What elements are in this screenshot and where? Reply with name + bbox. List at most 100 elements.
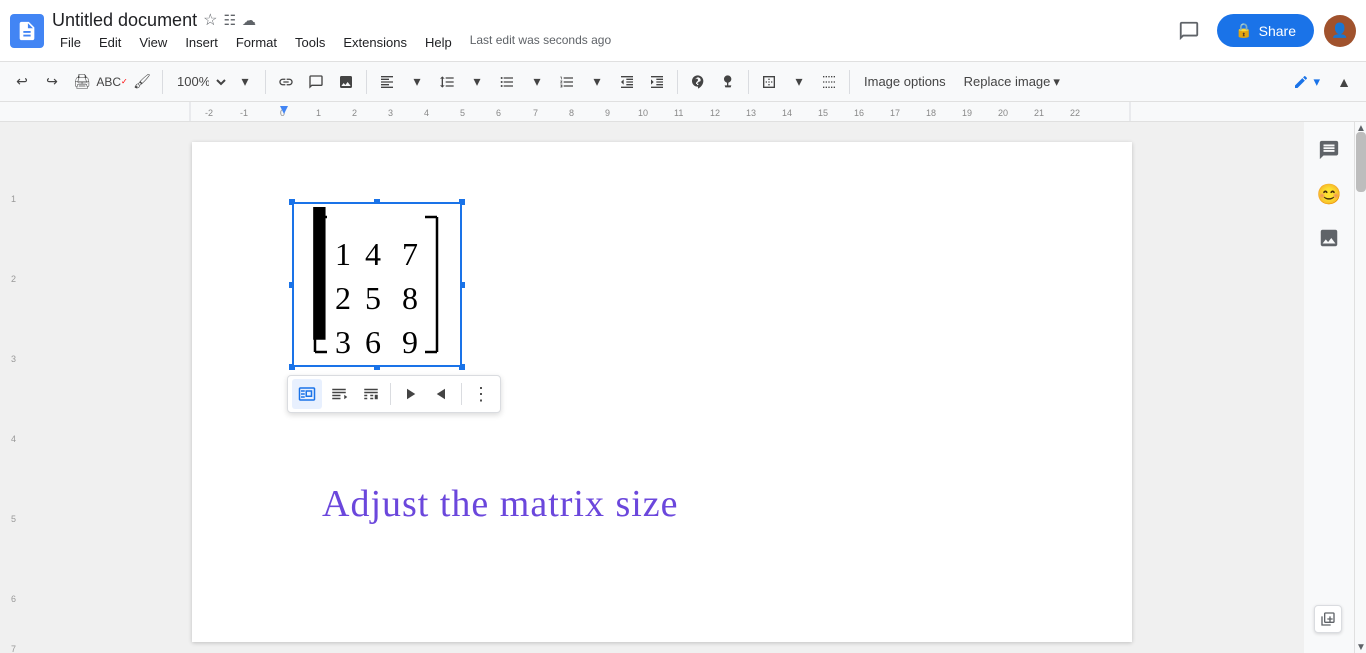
svg-text:13: 13 <box>746 108 756 118</box>
image-alignment-toolbar: ⋮ <box>287 375 501 413</box>
ruler: -2 -1 0 1 2 3 4 5 6 7 8 9 10 11 12 13 14… <box>0 102 1366 122</box>
svg-text:6: 6 <box>365 324 381 360</box>
insert-comment-button[interactable] <box>302 68 330 96</box>
svg-text:4: 4 <box>11 434 16 444</box>
menu-help[interactable]: Help <box>417 33 460 52</box>
lock-icon: 🔒 <box>1235 22 1252 39</box>
edit-mode-button[interactable]: ▾ <box>1285 70 1328 94</box>
highlight-button[interactable] <box>714 68 742 96</box>
img-toolbar-divider-2 <box>461 383 462 405</box>
list-chevron[interactable]: ▾ <box>523 68 551 96</box>
svg-text:4: 4 <box>424 108 429 118</box>
handwritten-text: Adjust the matrix size <box>322 482 679 527</box>
matrix-container[interactable]: ⎡ 1 2 3 <box>292 202 501 413</box>
scrollbar-thumb[interactable] <box>1356 132 1366 192</box>
expand-icon-button[interactable] <box>1314 605 1342 633</box>
svg-text:7: 7 <box>11 644 16 653</box>
left-margin: 1 2 3 4 5 6 7 <box>0 122 20 653</box>
line-spacing-button[interactable] <box>433 68 461 96</box>
menu-row: File Edit View Insert Format Tools Exten… <box>52 33 1163 52</box>
paint-format-button[interactable]: 🖌 <box>128 68 156 96</box>
avatar[interactable]: 👤 <box>1324 15 1356 47</box>
matrix-image[interactable]: ⎡ 1 2 3 <box>292 202 462 367</box>
matrix-inner: ⎡ 1 2 3 <box>294 204 460 365</box>
divider-5 <box>748 70 749 94</box>
svg-text:9: 9 <box>402 324 418 360</box>
replace-image-button[interactable]: Replace image ▾ <box>956 70 1068 94</box>
toolbar: ↩ ↪ 🖨 ABC✓ 🖌 100% 75% 125% 150% ▾ ▾ ▾ ▾ … <box>0 62 1366 102</box>
main-area: 1 2 3 4 5 6 7 <box>0 122 1366 653</box>
indent-less-button[interactable] <box>613 68 641 96</box>
menu-extensions[interactable]: Extensions <box>335 33 415 52</box>
align-chevron[interactable]: ▾ <box>403 68 431 96</box>
img-align-left-button[interactable] <box>395 379 425 409</box>
numbered-list-button[interactable] <box>553 68 581 96</box>
svg-text:9: 9 <box>605 108 610 118</box>
svg-text:1: 1 <box>11 194 16 204</box>
menu-file[interactable]: File <box>52 33 89 52</box>
break-text-button[interactable] <box>356 379 386 409</box>
svg-text:2: 2 <box>11 274 16 284</box>
svg-text:14: 14 <box>782 108 792 118</box>
insert-link-button[interactable] <box>272 68 300 96</box>
spell-check-button[interactable]: ABC✓ <box>98 68 126 96</box>
indent-more-button[interactable] <box>643 68 671 96</box>
numbered-list-chevron[interactable]: ▾ <box>583 68 611 96</box>
handwritten-text-content: Adjust the matrix size <box>322 483 679 525</box>
image-options-button[interactable]: Image options <box>856 70 954 93</box>
menu-format[interactable]: Format <box>228 33 285 52</box>
svg-text:12: 12 <box>710 108 720 118</box>
star-icon[interactable]: ☆ <box>203 10 217 30</box>
svg-text:-2: -2 <box>205 108 213 118</box>
text-color-button[interactable] <box>684 68 712 96</box>
svg-text:7: 7 <box>402 236 418 272</box>
border-button[interactable] <box>755 68 783 96</box>
img-toolbar-divider <box>390 383 391 405</box>
add-image-sidebar-button[interactable] <box>1311 220 1347 256</box>
svg-text:11: 11 <box>674 108 683 118</box>
menu-insert[interactable]: Insert <box>177 33 226 52</box>
divider-4 <box>677 70 678 94</box>
menu-edit[interactable]: Edit <box>91 33 129 52</box>
undo-button[interactable]: ↩ <box>8 68 36 96</box>
add-emoji-sidebar-button[interactable]: 😊 <box>1311 176 1347 212</box>
svg-text:16: 16 <box>854 108 864 118</box>
zoom-select[interactable]: 100% 75% 125% 150% <box>169 68 229 96</box>
collapse-toolbar-button[interactable]: ▲ <box>1330 68 1358 96</box>
print-button[interactable]: 🖨 <box>68 68 96 96</box>
svg-text:17: 17 <box>890 108 900 118</box>
right-scrollbar[interactable]: ▲ ▼ <box>1354 122 1366 653</box>
zoom-chevron[interactable]: ▾ <box>231 68 259 96</box>
divider-1 <box>162 70 163 94</box>
border-chevron[interactable]: ▾ <box>785 68 813 96</box>
insert-image-button[interactable] <box>332 68 360 96</box>
svg-text:2: 2 <box>335 280 351 316</box>
menu-view[interactable]: View <box>131 33 175 52</box>
img-more-options-button[interactable]: ⋮ <box>466 379 496 409</box>
line-spacing-chevron[interactable]: ▾ <box>463 68 491 96</box>
align-left-button[interactable] <box>373 68 401 96</box>
svg-text:3: 3 <box>335 324 351 360</box>
svg-text:15: 15 <box>818 108 828 118</box>
share-label: Share <box>1259 23 1296 39</box>
border-style-button[interactable] <box>815 68 843 96</box>
redo-button[interactable]: ↪ <box>38 68 66 96</box>
app-icon <box>10 14 44 48</box>
doc-title[interactable]: Untitled document <box>52 10 197 31</box>
scroll-down-button[interactable]: ▼ <box>1355 641 1366 653</box>
svg-text:-1: -1 <box>240 108 248 118</box>
add-comment-sidebar-button[interactable] <box>1311 132 1347 168</box>
menu-tools[interactable]: Tools <box>287 33 333 52</box>
topbar: Untitled document ☆ ☷ ☁ File Edit View I… <box>0 0 1366 62</box>
folder-icon[interactable]: ☷ <box>223 12 236 29</box>
svg-text:18: 18 <box>926 108 936 118</box>
img-align-center-button[interactable] <box>427 379 457 409</box>
wrap-text-button[interactable] <box>324 379 354 409</box>
comment-icon-btn[interactable] <box>1171 13 1207 49</box>
replace-image-label: Replace image <box>964 74 1051 89</box>
cloud-icon[interactable]: ☁ <box>242 12 256 29</box>
share-button[interactable]: 🔒 Share <box>1217 14 1314 47</box>
inline-wrap-button[interactable] <box>292 379 322 409</box>
svg-text:8: 8 <box>402 280 418 316</box>
list-button[interactable] <box>493 68 521 96</box>
